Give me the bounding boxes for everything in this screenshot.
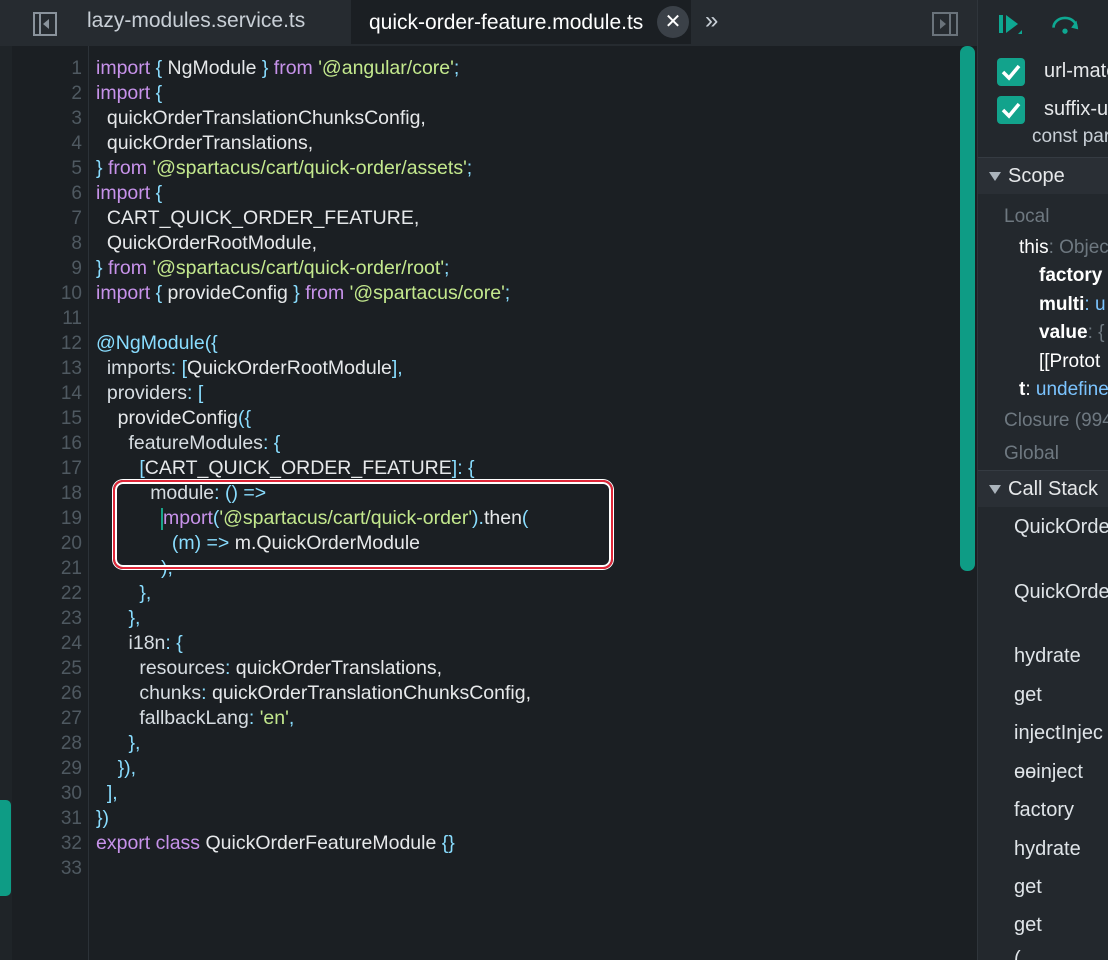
line-number: 19 bbox=[60, 508, 82, 529]
line-number: 30 bbox=[60, 783, 82, 804]
line-number: 32 bbox=[60, 833, 82, 854]
tab-label: lazy-modules.service.ts bbox=[87, 9, 306, 32]
line-number: 33 bbox=[60, 858, 82, 879]
expand-triangle-icon bbox=[989, 485, 1001, 494]
step-over-icon[interactable] bbox=[1050, 10, 1080, 40]
line-number: 23 bbox=[60, 608, 82, 629]
line-number: 4 bbox=[71, 133, 82, 154]
breakpoint-code-preview: const par bbox=[1032, 126, 1108, 147]
line-number: 1 bbox=[71, 58, 82, 79]
line-number: 21 bbox=[60, 558, 82, 579]
line-number: 16 bbox=[60, 433, 82, 454]
line-number: 14 bbox=[60, 383, 82, 404]
line-number: 9 bbox=[71, 258, 82, 279]
line-number: 3 bbox=[71, 108, 82, 129]
scope-t[interactable]: t: undefine bbox=[1019, 377, 1108, 403]
gutter-divider bbox=[88, 46, 89, 960]
line-number: 11 bbox=[62, 308, 82, 329]
editor-scrollbar[interactable] bbox=[960, 46, 975, 571]
line-number: 10 bbox=[60, 283, 82, 304]
line-number: 5 bbox=[71, 158, 82, 179]
sidebar-drag-handle[interactable] bbox=[0, 800, 11, 896]
line-number: 20 bbox=[60, 533, 82, 554]
line-number: 13 bbox=[60, 358, 82, 379]
expand-triangle-icon bbox=[989, 172, 1001, 181]
callstack-frame[interactable]: factory bbox=[1014, 799, 1074, 822]
line-number: 12 bbox=[60, 333, 82, 354]
callstack-frame[interactable]: injectInjec bbox=[1014, 722, 1103, 745]
breakpoint-item[interactable]: url-matc bbox=[978, 52, 1108, 90]
tab-lazy-modules-service[interactable]: lazy-modules.service.ts bbox=[70, 0, 350, 44]
breakpoint-item[interactable]: suffix-u bbox=[978, 90, 1108, 128]
callstack-frame[interactable]: hydrate bbox=[1014, 838, 1081, 861]
debugger-panel: url-matc suffix-u const par Scope Local … bbox=[977, 0, 1108, 960]
breakpoint-label: url-matc bbox=[1044, 60, 1108, 82]
line-number: 26 bbox=[60, 683, 82, 704]
checkbox-checked-icon[interactable] bbox=[997, 58, 1025, 86]
line-number: 22 bbox=[60, 583, 82, 604]
breakpoint-label: suffix-u bbox=[1044, 98, 1108, 120]
scope-factory[interactable]: factory bbox=[1039, 263, 1102, 289]
tab-quick-order-feature-module[interactable]: quick-order-feature.module.ts bbox=[351, 0, 691, 44]
scope-multi[interactable]: multi: u bbox=[1039, 292, 1106, 318]
checkbox-checked-icon[interactable] bbox=[997, 96, 1025, 124]
callstack-frame[interactable]: get bbox=[1014, 914, 1042, 937]
toggle-sidebar-icon[interactable] bbox=[32, 11, 58, 37]
line-number: 24 bbox=[60, 633, 82, 654]
callstack-section-header[interactable]: Call Stack bbox=[978, 470, 1108, 507]
line-number: 18 bbox=[60, 483, 82, 504]
callstack-frame[interactable]: QuickOrde bbox=[1014, 516, 1108, 539]
callstack-frame[interactable]: get bbox=[1014, 876, 1042, 899]
resume-icon[interactable] bbox=[994, 10, 1024, 40]
line-number: 8 bbox=[71, 233, 82, 254]
line-number: 29 bbox=[60, 758, 82, 779]
more-tabs-icon[interactable]: » bbox=[705, 0, 718, 44]
callstack-frame[interactable]: get bbox=[1014, 684, 1042, 707]
line-number: 31 bbox=[60, 808, 82, 829]
code-editor[interactable]: 1 import { NgModule } from '@angular/core… bbox=[12, 46, 977, 960]
scope-local[interactable]: Local bbox=[1004, 204, 1049, 230]
line-number: 6 bbox=[71, 183, 82, 204]
line-number: 17 bbox=[60, 458, 82, 479]
highlight-annotation-box bbox=[113, 480, 613, 569]
line-number: 27 bbox=[60, 708, 82, 729]
line-number: 7 bbox=[71, 208, 82, 229]
scope-global[interactable]: Global bbox=[1004, 441, 1059, 467]
callstack-frame[interactable]: hydrate bbox=[1014, 645, 1081, 668]
scope-this[interactable]: this: Objec bbox=[1019, 235, 1108, 261]
line-number: 2 bbox=[71, 83, 82, 104]
tab-bar: lazy-modules.service.ts quick-order-feat… bbox=[0, 0, 977, 46]
callstack-frame[interactable]: ( bbox=[1014, 948, 1021, 960]
scope-prototype[interactable]: [[Protot bbox=[1039, 349, 1100, 375]
callstack-frame[interactable]: QuickOrde bbox=[1014, 581, 1108, 604]
line-number: 25 bbox=[60, 658, 82, 679]
scope-section-header[interactable]: Scope bbox=[978, 157, 1108, 194]
tab-label: quick-order-feature.module.ts bbox=[369, 11, 644, 34]
toggle-debugger-icon[interactable] bbox=[931, 11, 959, 37]
callstack-frame[interactable]: ɵɵinject bbox=[1014, 761, 1083, 784]
scope-value[interactable]: value: { bbox=[1039, 320, 1105, 346]
scope-closure[interactable]: Closure (994 bbox=[1004, 408, 1108, 434]
line-number: 28 bbox=[60, 733, 82, 754]
line-number: 15 bbox=[60, 408, 82, 429]
close-tab-icon[interactable]: ✕ bbox=[657, 6, 689, 38]
